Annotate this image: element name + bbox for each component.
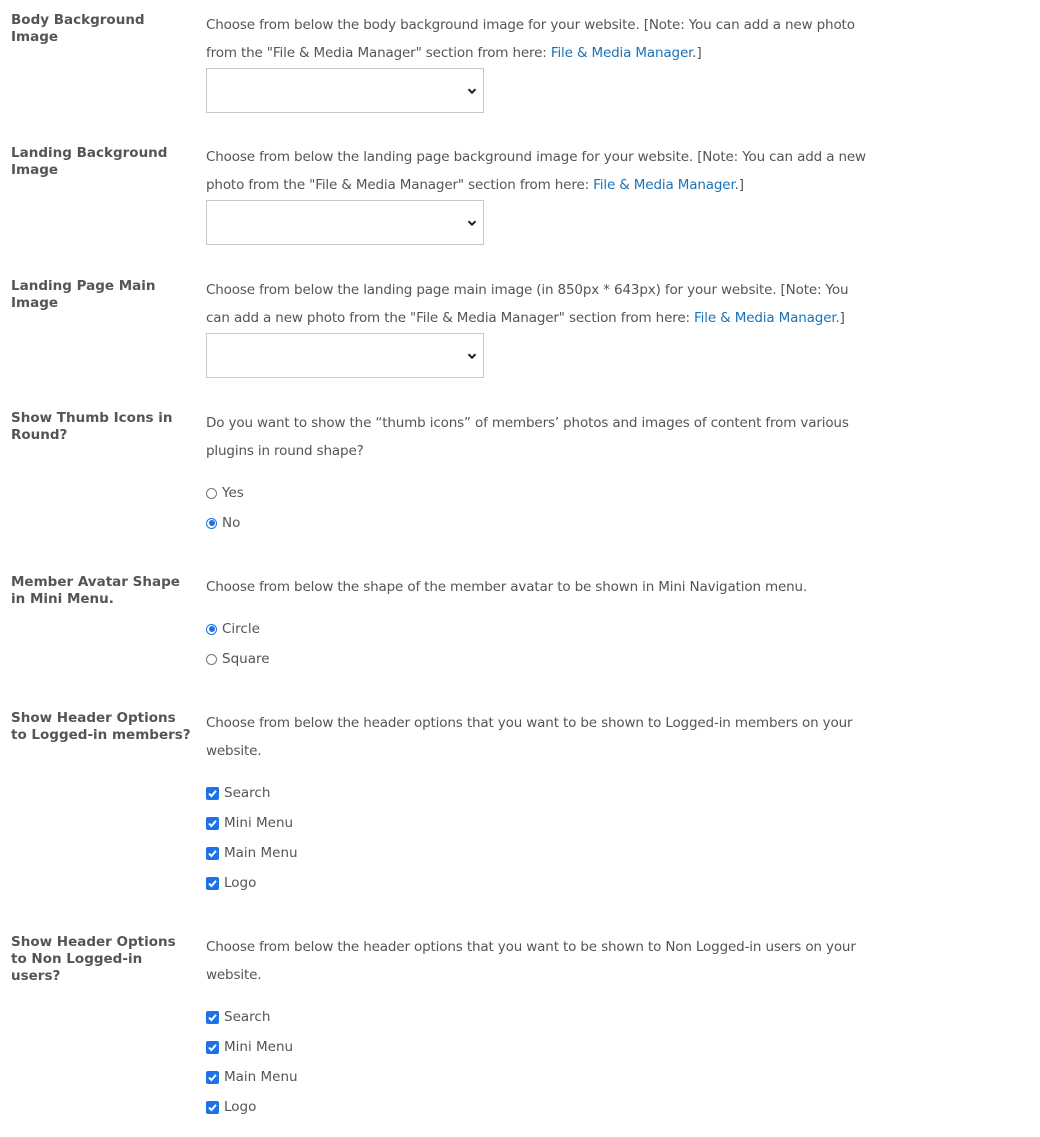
checkmark-icon: [208, 1073, 217, 1081]
file-media-manager-link[interactable]: File & Media Manager: [551, 45, 693, 61]
setting-description: Choose from below the header options tha…: [206, 715, 853, 759]
checkmark-icon: [208, 819, 217, 827]
checkbox-checked[interactable]: [206, 846, 219, 860]
chevron-down-icon: [467, 219, 477, 226]
setting-description: Choose from below the body background im…: [206, 17, 855, 61]
checkbox-checked[interactable]: [206, 1070, 219, 1084]
checkmark-icon: [208, 879, 217, 887]
thumb-icons-radio-group: Yes No: [206, 478, 866, 538]
checkbox-option-main-menu[interactable]: Main Menu: [206, 838, 866, 868]
radio-option-no[interactable]: No: [206, 508, 866, 538]
setting-description: Choose from below the header options tha…: [206, 939, 856, 983]
setting-label: Show Thumb Icons in Round?: [11, 410, 173, 443]
checkbox-checked[interactable]: [206, 876, 219, 890]
setting-label: Body Background Image: [11, 12, 145, 45]
checkmark-icon: [208, 1043, 217, 1051]
checkbox-option-mini-menu[interactable]: Mini Menu: [206, 1032, 866, 1062]
checkbox-checked[interactable]: [206, 1100, 219, 1114]
radio-button-selected[interactable]: [206, 623, 217, 635]
file-media-manager-link[interactable]: File & Media Manager: [593, 177, 735, 193]
checkmark-icon: [208, 1103, 217, 1111]
setting-description: Choose from below the shape of the membe…: [206, 579, 808, 595]
avatar-shape-radio-group: Circle Square: [206, 614, 866, 674]
setting-label: Show Header Options to Logged-in members…: [11, 710, 191, 743]
landing-page-main-image-select[interactable]: [206, 333, 484, 378]
logged-in-header-checkbox-group: Search Mini Menu Main Menu Logo: [206, 778, 866, 898]
checkbox-checked[interactable]: [206, 786, 219, 800]
radio-button[interactable]: [206, 653, 217, 665]
chevron-down-icon: [467, 352, 477, 359]
checkmark-icon: [208, 1013, 217, 1021]
checkbox-checked[interactable]: [206, 1010, 219, 1024]
checkbox-option-logo[interactable]: Logo: [206, 868, 866, 898]
setting-description: Choose from below the landing page backg…: [206, 149, 866, 193]
setting-label: Member Avatar Shape in Mini Menu.: [11, 574, 180, 607]
setting-label: Landing Background Image: [11, 145, 168, 178]
radio-option-square[interactable]: Square: [206, 644, 866, 674]
checkbox-option-main-menu[interactable]: Main Menu: [206, 1062, 866, 1092]
radio-option-yes[interactable]: Yes: [206, 478, 866, 508]
checkbox-option-search[interactable]: Search: [206, 778, 866, 808]
radio-option-circle[interactable]: Circle: [206, 614, 866, 644]
setting-description: Do you want to show the “thumb icons” of…: [206, 415, 849, 459]
file-media-manager-link[interactable]: File & Media Manager: [694, 310, 836, 326]
checkbox-checked[interactable]: [206, 816, 219, 830]
body-background-image-select[interactable]: [206, 68, 484, 113]
checkbox-option-mini-menu[interactable]: Mini Menu: [206, 808, 866, 838]
non-logged-in-header-checkbox-group: Search Mini Menu Main Menu Logo: [206, 1002, 866, 1122]
checkbox-checked[interactable]: [206, 1040, 219, 1054]
checkmark-icon: [208, 849, 217, 857]
checkmark-icon: [208, 789, 217, 797]
landing-background-image-select[interactable]: [206, 200, 484, 245]
setting-description: Choose from below the landing page main …: [206, 282, 849, 326]
radio-button[interactable]: [206, 487, 217, 499]
chevron-down-icon: [467, 87, 477, 94]
checkbox-option-search[interactable]: Search: [206, 1002, 866, 1032]
setting-label: Show Header Options to Non Logged-in use…: [11, 934, 176, 984]
radio-button-selected[interactable]: [206, 517, 217, 529]
setting-label: Landing Page Main Image: [11, 278, 156, 311]
checkbox-option-logo[interactable]: Logo: [206, 1092, 866, 1122]
